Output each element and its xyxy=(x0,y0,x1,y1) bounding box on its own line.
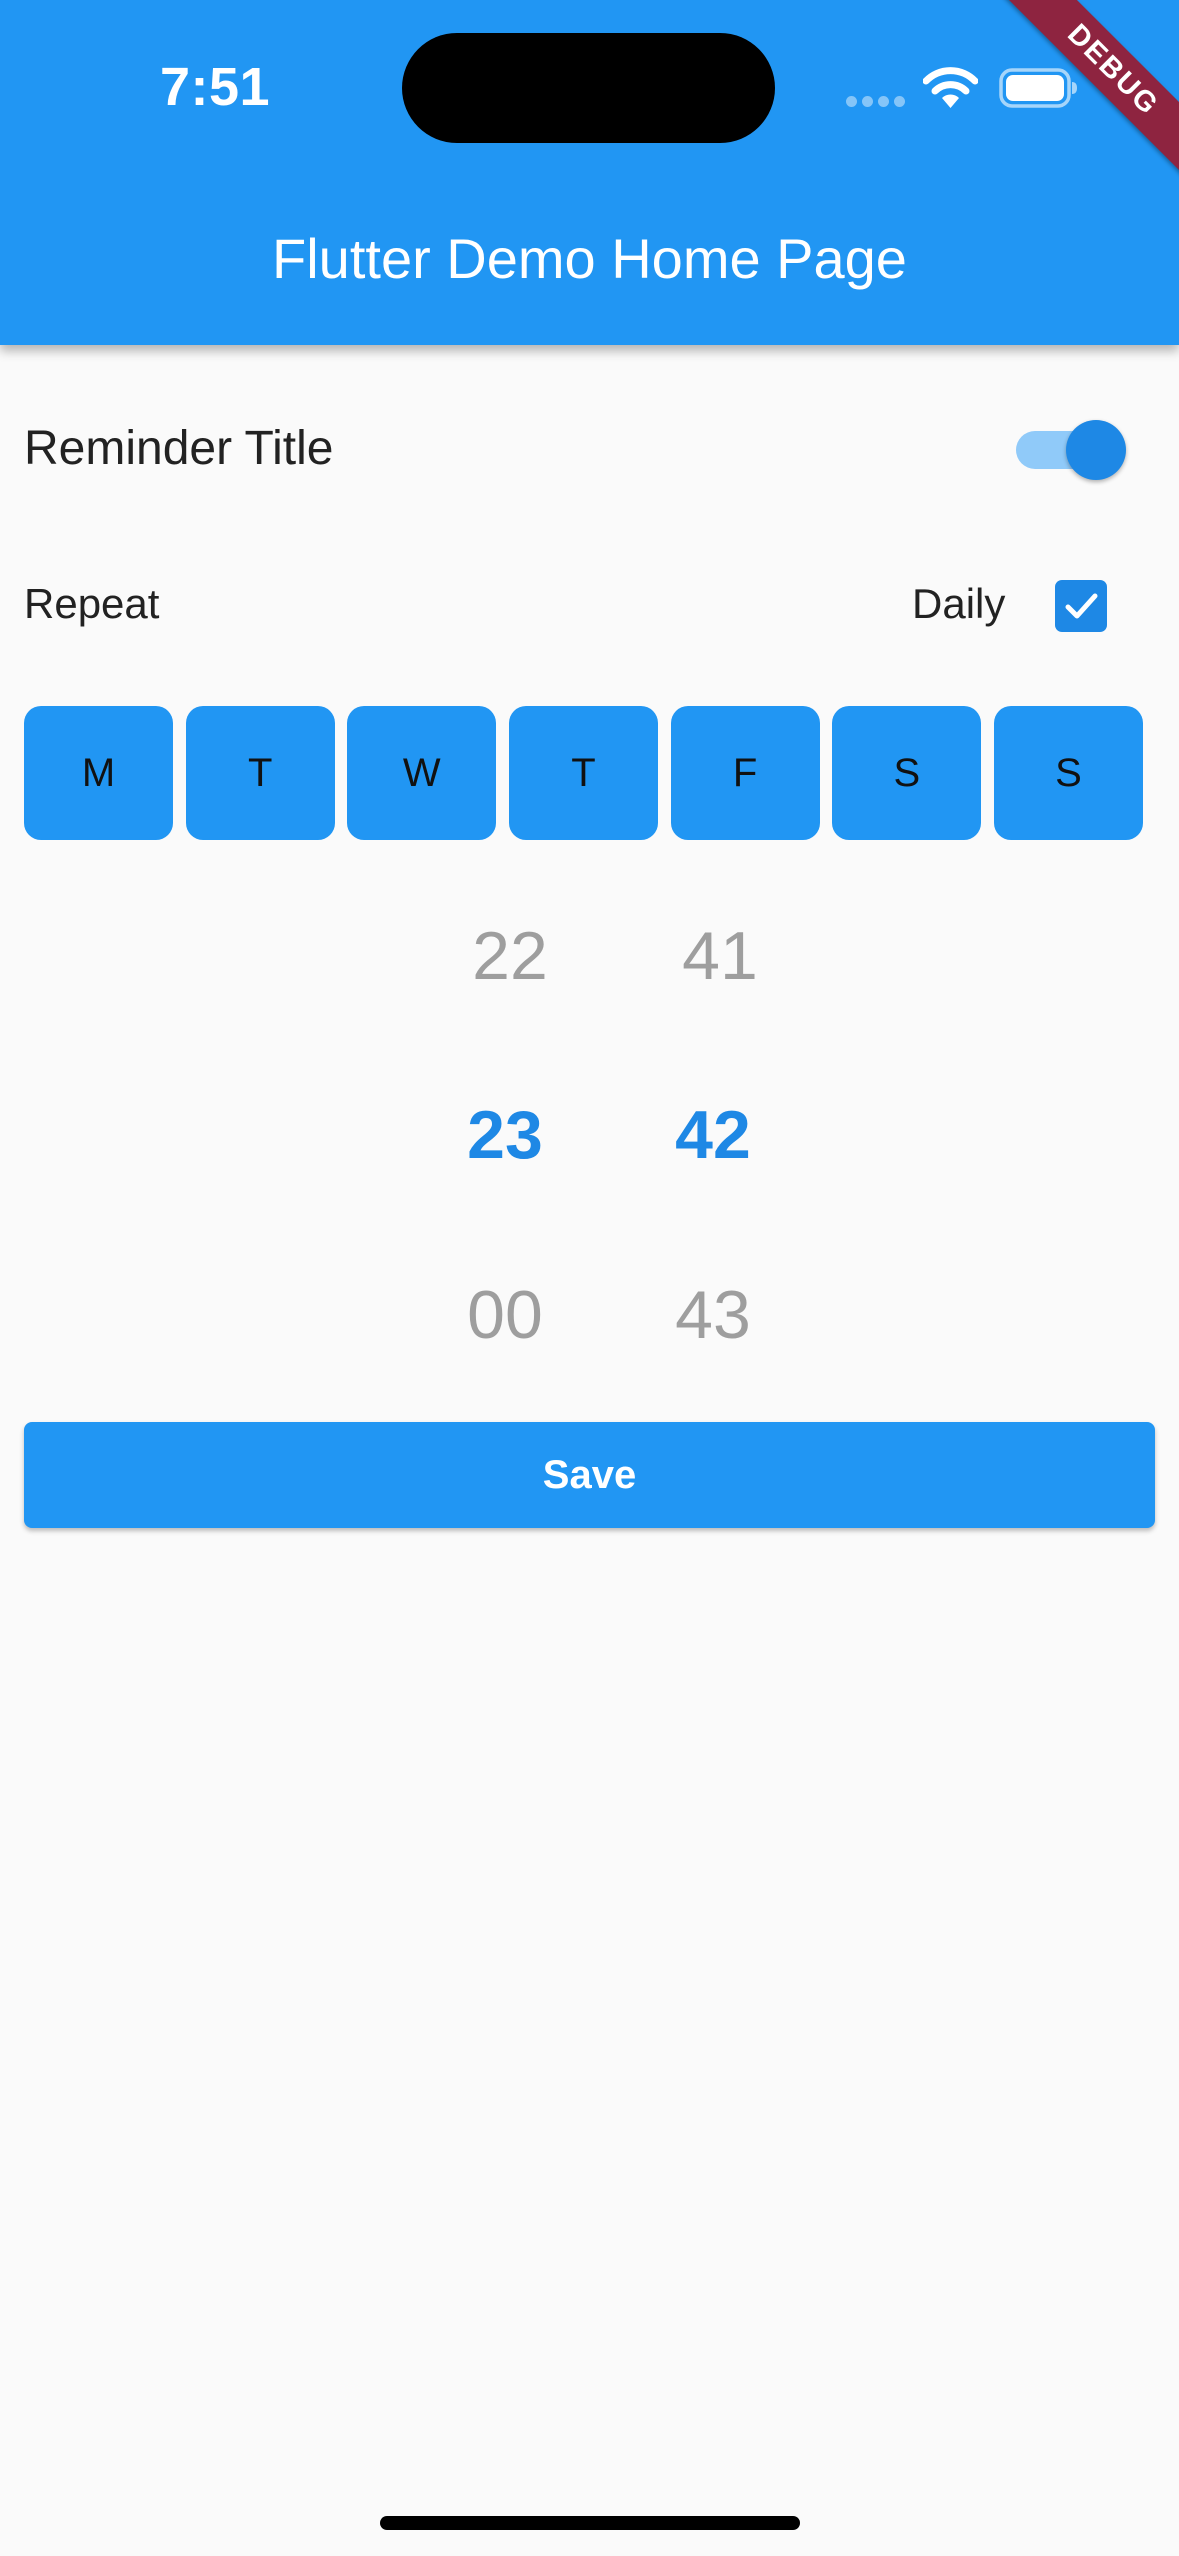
day-button-monday[interactable]: M xyxy=(24,706,173,840)
weekday-selector: M T W T F S S xyxy=(24,706,1143,840)
hour-option-prev[interactable]: 22 xyxy=(430,911,590,1001)
checkmark-icon xyxy=(1065,593,1098,619)
repeat-label: Repeat xyxy=(24,580,160,627)
reminder-form: Reminder Title Repeat Daily M T W T F S … xyxy=(0,345,1179,2556)
minute-option-prev[interactable]: 41 xyxy=(640,911,800,1001)
reminder-enabled-toggle[interactable] xyxy=(1014,420,1126,480)
wifi-icon xyxy=(923,67,978,108)
page-title: Flutter Demo Home Page xyxy=(272,227,907,290)
minute-selected[interactable]: 42 xyxy=(633,1090,793,1180)
hour-selected[interactable]: 23 xyxy=(425,1090,585,1180)
toggle-thumb xyxy=(1066,420,1126,480)
status-time: 7:51 xyxy=(159,57,271,117)
day-button-thursday[interactable]: T xyxy=(508,706,658,840)
home-indicator[interactable] xyxy=(380,2516,800,2530)
battery-icon xyxy=(999,68,1077,108)
daily-checkbox[interactable] xyxy=(1055,580,1107,632)
save-button[interactable]: Save xyxy=(24,1422,1155,1528)
day-button-friday[interactable]: F xyxy=(670,706,820,840)
daily-label: Daily xyxy=(912,580,1006,627)
day-button-saturday[interactable]: S xyxy=(832,706,982,840)
hour-option-next[interactable]: 00 xyxy=(425,1270,585,1360)
reminder-title-label: Reminder Title xyxy=(24,422,334,475)
day-button-sunday[interactable]: S xyxy=(993,706,1143,840)
minute-option-next[interactable]: 43 xyxy=(633,1270,793,1360)
dynamic-island xyxy=(402,33,775,143)
day-button-tuesday[interactable]: T xyxy=(185,706,335,840)
app-bar: 7:51 Flutter Demo Home Page DEBUG xyxy=(0,0,1179,345)
day-button-wednesday[interactable]: W xyxy=(347,706,497,840)
cellular-signal-icon xyxy=(846,93,906,107)
